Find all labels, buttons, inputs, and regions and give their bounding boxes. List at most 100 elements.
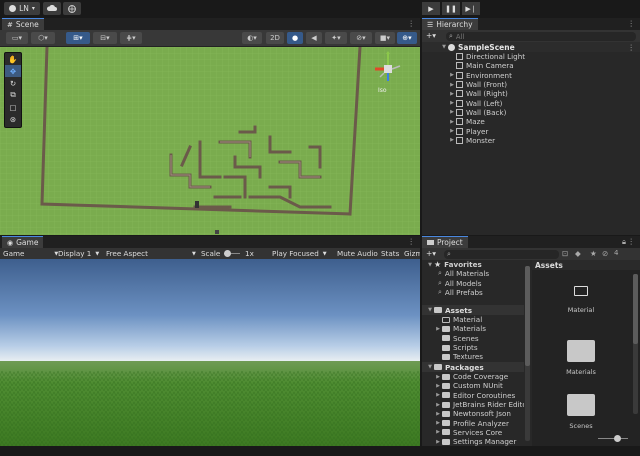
draw-mode-icon[interactable]: ▭▾: [6, 32, 28, 44]
audio-icon[interactable]: ◀: [306, 32, 322, 44]
grid-snap-icon[interactable]: ⊟▾: [93, 32, 117, 44]
hierarchy-item[interactable]: ▶ Player: [422, 126, 488, 136]
play-button[interactable]: ▶: [422, 2, 440, 15]
scene-toolbar: ▭▾ ⬡▾ ⊞▾ ⊟▾ ⋕▾ ◐▾ 2D ● ◀ ✦▾ ⊘▾ ■▾ ⊕▾: [0, 30, 420, 47]
camera-icon[interactable]: ■▾: [375, 32, 395, 44]
mode-2d-button[interactable]: 2D: [266, 32, 284, 44]
package-folder[interactable]: ▶ Settings Manager: [434, 437, 516, 446]
hierarchy-item[interactable]: ▶ Wall (Right): [422, 89, 508, 98]
package-folder[interactable]: ▶ Services Core: [434, 428, 502, 437]
account-dropdown[interactable]: LN ▾: [4, 2, 40, 15]
package-folder[interactable]: ▶ Profile Analyzer: [434, 419, 509, 428]
project-search-input[interactable]: ⌕: [444, 250, 559, 259]
scale-value: 1x: [245, 249, 254, 258]
package-folder[interactable]: ▶ JetBrains Rider Editor: [434, 400, 524, 409]
hierarchy-item[interactable]: Main Camera: [422, 61, 514, 70]
asset-folder[interactable]: Scenes: [434, 334, 479, 343]
hierarchy-item[interactable]: ▶ Wall (Front): [422, 80, 507, 89]
gameobject-icon: [456, 99, 463, 107]
rotate-tool-icon[interactable]: ↻: [5, 77, 21, 89]
render-mode-icon[interactable]: ◐▾: [242, 32, 262, 44]
hierarchy-item[interactable]: ▶ Monster: [422, 136, 495, 145]
effects-icon[interactable]: ✦▾: [325, 32, 347, 44]
hierarchy-item[interactable]: ▶ Wall (Left): [422, 99, 502, 108]
cloud-icon[interactable]: [43, 2, 61, 15]
hierarchy-menu-icon[interactable]: ⋮: [628, 19, 636, 28]
pause-button[interactable]: ❚❚: [442, 2, 460, 15]
hierarchy-search-input[interactable]: ⌕ All: [446, 32, 636, 41]
grid-item[interactable]: Material: [557, 286, 605, 314]
display-dropdown[interactable]: Display 1 ▼: [58, 248, 99, 259]
globe-icon[interactable]: [63, 2, 81, 15]
scene-menu-icon[interactable]: ⋮: [628, 43, 636, 52]
gameobject-icon: [456, 136, 463, 144]
lighting-icon[interactable]: ●: [287, 32, 303, 44]
play-focused-dropdown[interactable]: Play Focused ▼: [272, 248, 327, 259]
asset-folder[interactable]: ▶ Materials: [434, 324, 486, 333]
favorite-item[interactable]: ⌕ All Materials: [438, 269, 489, 278]
package-folder[interactable]: ▶ Newtonsoft Json: [434, 409, 511, 418]
hierarchy-item[interactable]: ▶ Environment: [422, 71, 512, 80]
game-mode-dropdown[interactable]: Game ▼: [3, 248, 58, 259]
scene-menu-icon[interactable]: ⋮: [408, 19, 416, 28]
tab-hierarchy[interactable]: ☰ Hierarchy: [422, 18, 478, 30]
game-viewport[interactable]: [0, 259, 420, 446]
pivot-icon[interactable]: ⊞▾: [66, 32, 90, 44]
mute-audio-button[interactable]: Mute Audio: [337, 248, 378, 259]
lock-icon[interactable]: 🔒︎: [622, 237, 626, 247]
hierarchy-item[interactable]: ▶ Wall (Back): [422, 108, 506, 117]
tab-game[interactable]: ◉ Game: [2, 236, 44, 248]
list-icon: ☰: [427, 20, 434, 29]
asset-folder[interactable]: Scripts: [434, 343, 478, 352]
assets-header[interactable]: ▼ Assets: [422, 305, 524, 315]
asset-folder[interactable]: Textures: [434, 352, 483, 361]
orientation-gizmo[interactable]: Iso: [370, 51, 406, 97]
aspect-dropdown[interactable]: Free Aspect ▼: [106, 248, 196, 259]
step-button[interactable]: ▶❘: [462, 2, 480, 15]
package-folder[interactable]: ▶ Editor Coroutines: [434, 391, 515, 400]
stats-button[interactable]: Stats: [381, 248, 399, 259]
grid-scrollbar[interactable]: [633, 274, 638, 414]
scale-tool-icon[interactable]: ⧉: [5, 89, 21, 101]
move-tool-icon[interactable]: ✥: [5, 65, 21, 77]
game-menu-icon[interactable]: ⋮: [408, 237, 416, 246]
hidden-packages-icon[interactable]: ⊘: [602, 249, 608, 258]
hierarchy-item[interactable]: ▶ Maze: [422, 117, 485, 126]
asset-folder[interactable]: Material: [434, 315, 482, 324]
scene-root-row[interactable]: ▼ SampleScene ⋮: [422, 42, 640, 52]
grid-item[interactable]: Materials: [557, 340, 605, 376]
tree-scrollbar[interactable]: [525, 266, 530, 441]
add-icon[interactable]: +▾: [426, 249, 436, 258]
icon-size-slider[interactable]: [598, 435, 628, 442]
cube-icon[interactable]: ⬡▾: [31, 32, 55, 44]
hierarchy-item[interactable]: Directional Light: [422, 52, 525, 61]
rect-tool-icon[interactable]: ▢: [5, 101, 21, 113]
filter-label-icon[interactable]: ◆: [575, 249, 581, 258]
package-folder[interactable]: ▶ Custom NUnit: [434, 381, 503, 390]
filter-type-icon[interactable]: ⊡: [562, 249, 568, 258]
add-icon[interactable]: +▾: [426, 31, 436, 40]
hand-tool-icon[interactable]: ✋: [5, 53, 21, 65]
scene-viewport[interactable]: ✋ ✥ ↻ ⧉ ▢ ⊛ Iso: [0, 47, 420, 235]
tab-project[interactable]: Project: [422, 236, 468, 248]
folder-icon: [442, 438, 450, 445]
gameobject-icon: [456, 108, 463, 116]
gizmos-icon[interactable]: ⊕▾: [397, 32, 417, 44]
tab-scene[interactable]: # Scene: [2, 18, 44, 30]
snap-icon[interactable]: ⋕▾: [120, 32, 142, 44]
package-folder[interactable]: ▶ Code Coverage: [434, 372, 508, 381]
transform-tool-icon[interactable]: ⊛: [5, 113, 21, 125]
scene-panel: # Scene ⋮ ▭▾ ⬡▾ ⊞▾ ⊟▾ ⋕▾ ◐▾ 2D ● ◀ ✦▾ ⊘▾…: [0, 18, 420, 235]
project-menu-icon[interactable]: ⋮: [628, 237, 636, 246]
gizmos-button[interactable]: Gizm: [404, 248, 420, 259]
favorite-item[interactable]: ⌕ All Prefabs: [438, 288, 483, 297]
asset-grid: Assets Material Materials Scenes: [532, 260, 640, 446]
scale-slider[interactable]: [224, 250, 240, 257]
visibility-icon[interactable]: ⊘▾: [350, 32, 372, 44]
favorites-header[interactable]: ▼ ★ Favorites: [426, 260, 482, 269]
favorite-item[interactable]: ⌕ All Models: [438, 279, 481, 288]
favorite-icon[interactable]: ★: [590, 249, 597, 258]
folder-tab-icon: [427, 240, 434, 245]
grid-item[interactable]: Scenes: [557, 394, 605, 430]
packages-header[interactable]: ▼ Packages: [422, 362, 524, 372]
